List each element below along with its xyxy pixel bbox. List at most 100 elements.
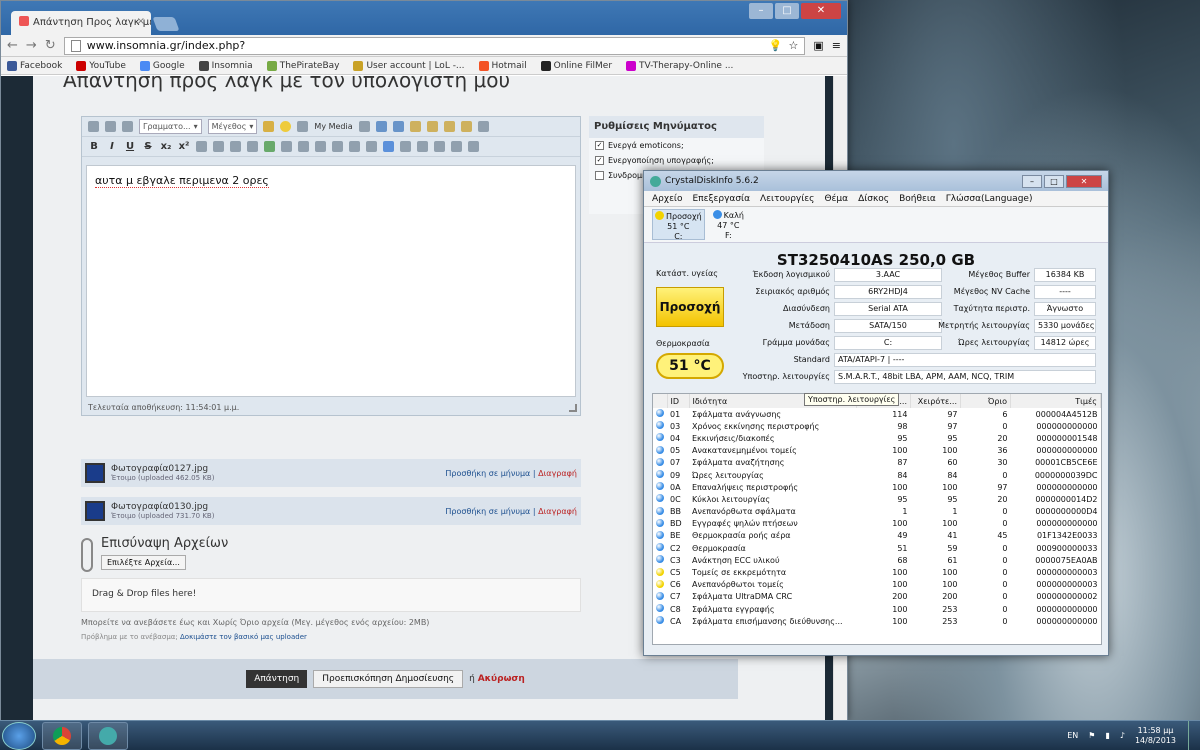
print-icon[interactable] [122,121,133,132]
cdi-menu-item[interactable]: Βοήθεια [899,194,936,204]
font-select[interactable]: Γραμματο... ▾ [139,119,202,134]
smart-row[interactable]: C3 Ανάκτηση ECC υλικού 68 61 0 0000075EA0AB [653,554,1101,566]
flag-icon[interactable]: ⚑ [1088,731,1095,740]
cut-icon[interactable] [358,121,370,132]
strike-button[interactable]: S [142,141,154,152]
number-list-icon[interactable] [213,141,224,152]
smart-row[interactable]: C7 Σφάλματα UltraDMA CRC 200 200 0 0000000000… [653,591,1101,603]
cdi-menu-item[interactable]: Δίσκος [858,194,889,204]
drive-c-button[interactable]: Προσοχή 51 °C C: [652,209,705,241]
smart-row[interactable]: BD Εγγραφές ψηλών πτήσεων 100 100 0 000000000… [653,518,1101,530]
drop-zone[interactable]: Drag & Drop files here! [81,578,581,612]
start-button[interactable] [2,721,36,750]
cdi-minimize-button[interactable]: – [1022,174,1042,188]
new-tab-button[interactable] [152,17,180,31]
col-id[interactable]: ID [667,394,690,408]
smart-row[interactable]: 09 Ώρες λειτουργίας 84 84 0 0000000039DC [653,469,1101,481]
smart-row[interactable]: C5 Τομείς σε εκκρεμότητα 100 100 0 0000000000… [653,566,1101,578]
bulb-icon[interactable]: 💡 [769,39,783,52]
media-icon[interactable] [297,121,309,132]
bookmark-item[interactable]: YouTube [76,60,126,71]
subscribe-checkbox[interactable] [595,171,604,180]
editor-textarea[interactable]: αυτα μ εβγαλε περιμενα 2 ορες [86,165,576,397]
outdent-icon[interactable] [417,141,428,152]
cdi-menu-item[interactable]: Θέμα [824,194,848,204]
close-window-button[interactable]: ✕ [801,3,841,19]
redo-icon[interactable] [392,121,404,132]
language-indicator[interactable]: EN [1067,731,1078,740]
align-left-icon[interactable] [434,141,445,152]
browser-tab[interactable]: Απάντηση Προς λαγκ με... × [11,11,151,35]
address-bar[interactable]: www.insomnia.gr/index.php? 💡 ☆ [63,36,806,55]
smart-row[interactable]: C2 Θερμοκρασία 51 59 0 000900000033 [653,542,1101,554]
code-icon[interactable] [298,141,309,152]
smiley-icon[interactable] [280,121,292,132]
source-icon[interactable] [88,121,99,132]
align-center-icon[interactable] [451,141,462,152]
smart-row[interactable]: 0C Κύκλοι λειτουργίας 95 95 20 0000000014D2 [653,493,1101,505]
quote-icon[interactable] [281,141,292,152]
bookmark-item[interactable]: Online FilMer [540,60,612,71]
option-signature[interactable]: ✓ Ενεργοποίηση υπογραφής; [589,153,764,168]
undo-icon[interactable] [375,121,387,132]
bookmark-item[interactable]: Insomnia [198,60,253,71]
signature-checkbox[interactable]: ✓ [595,156,604,165]
option-emoticons[interactable]: ✓ Ενεργά emoticons; [589,138,764,153]
reload-icon[interactable]: ↻ [45,38,56,53]
cdi-close-button[interactable]: ✕ [1066,174,1102,188]
maximize-button[interactable]: □ [775,3,799,19]
unlink-icon[interactable] [247,141,258,152]
smart-row[interactable]: 03 Χρόνος εκκίνησης περιστροφής 98 97 0 00000… [653,420,1101,432]
basic-uploader-link[interactable]: Δοκιμάστε τον βασικό μας uploader [180,633,307,641]
minimize-button[interactable]: – [749,3,773,19]
cancel-link[interactable]: Ακύρωση [478,674,525,684]
bookmark-item[interactable]: Google [139,60,185,71]
image-icon[interactable] [264,141,275,152]
smart-row[interactable]: C8 Σφάλματα εγγραφής 100 253 0 000000000000 [653,603,1101,615]
font-color-icon[interactable] [263,121,275,132]
reply-button[interactable]: Απάντηση [246,670,308,688]
insert-into-post-link[interactable]: Προσθήκη σε μήνυμα [445,507,530,516]
subscript-button[interactable]: x₂ [160,141,172,152]
copy-icon[interactable] [409,121,421,132]
clock[interactable]: 11:58 μμ 14/8/2013 [1135,726,1176,746]
star-icon[interactable]: ☆ [789,39,799,52]
smart-row[interactable]: CA Σφάλματα επισήμανσης διεύθυνσης... 100 2… [653,615,1101,627]
smart-row[interactable]: C6 Ανεπανόρθωτοι τομείς 100 100 0 00000000000… [653,579,1101,591]
smart-row[interactable]: 04 Εκκινήσεις/διακοπές 95 95 20 000000001548 [653,432,1101,444]
underline-button[interactable]: U [124,141,136,152]
cdi-menu-item[interactable]: Αρχείο [652,194,683,204]
bookmark-item[interactable]: Facebook [7,60,62,71]
bookmark-item[interactable]: TV-Therapy-Online ... [626,60,733,71]
close-tab-icon[interactable]: × [137,16,145,27]
align-right-icon[interactable] [468,141,479,152]
my-media-button[interactable]: My Media [314,122,352,131]
smart-row[interactable]: BB Ανεπανόρθωτα σφάλματα 1 1 0 0000000000D4 [653,506,1101,518]
resize-handle[interactable] [569,404,577,412]
smart-row[interactable]: 07 Σφάλματα αναζήτησης 87 60 30 00001CB5CE6E [653,457,1101,469]
extension-icon[interactable]: ▣ [813,39,823,52]
back-icon[interactable]: ← [7,38,18,53]
find-icon[interactable] [477,121,489,132]
italic-button[interactable]: I [106,141,118,152]
delete-attachment-link[interactable]: Διαγραφή [538,469,577,478]
paste-icon[interactable] [426,121,438,132]
bullet-list-icon[interactable] [196,141,207,152]
paste-word-icon[interactable] [460,121,472,132]
smart-row[interactable]: 0A Επαναλήψεις περιστροφής 100 100 97 0000000… [653,481,1101,493]
cdi-menu-item[interactable]: Επεξεργασία [693,194,751,204]
size-select[interactable]: Μέγεθος ▾ [207,119,258,134]
taskbar-chrome[interactable] [42,721,82,750]
network-icon[interactable]: ▮ [1105,731,1109,740]
cdi-maximize-button[interactable]: □ [1044,174,1064,188]
delete-attachment-link[interactable]: Διαγραφή [538,507,577,516]
smart-row[interactable]: BE Θερμοκρασία ροής αέρα 49 41 45 01F1342E003… [653,530,1101,542]
indent-icon[interactable] [400,141,411,152]
bookmark-item[interactable]: ThePirateBay [266,60,339,71]
bookmark-item[interactable]: Hotmail [478,60,527,71]
choose-files-button[interactable]: Επιλέξτε Αρχεία... [101,555,186,570]
globe-icon[interactable] [383,141,394,152]
menu-icon[interactable]: ≡ [832,39,841,52]
taskbar-crystaldiskinfo[interactable] [88,721,128,750]
col-threshold[interactable]: Όριο [960,394,1011,408]
